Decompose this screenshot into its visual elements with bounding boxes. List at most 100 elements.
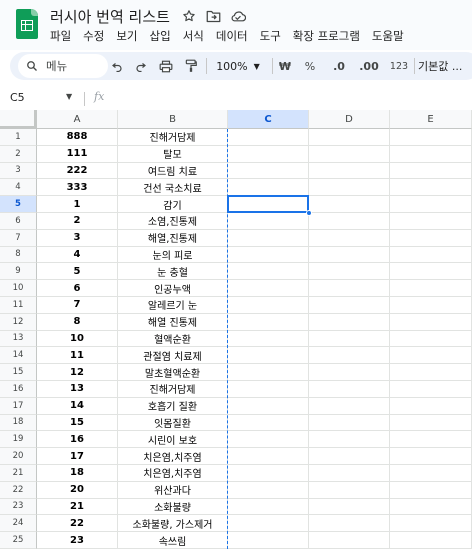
document-title[interactable]: 러시아 번역 리스트 (50, 6, 170, 27)
cell-e8[interactable] (390, 246, 472, 264)
cell-c10[interactable] (228, 280, 309, 297)
cell-b23[interactable]: 소화불량 (118, 498, 228, 516)
cell-c18[interactable] (228, 414, 309, 432)
redo-button[interactable] (132, 56, 150, 76)
cell-d20[interactable] (309, 448, 390, 465)
cell-b10[interactable]: 인공누액 (118, 280, 228, 297)
row-header[interactable]: 8 (0, 246, 37, 264)
cell-a6[interactable]: 2 (37, 213, 118, 230)
column-header-a[interactable]: A (37, 110, 118, 129)
cell-c4[interactable] (228, 179, 309, 197)
row-header[interactable]: 9 (0, 263, 37, 281)
cell-a25[interactable]: 23 (37, 532, 118, 549)
row-header[interactable]: 1 (0, 129, 37, 146)
cell-d25[interactable] (309, 532, 390, 549)
row-header[interactable]: 3 (0, 162, 37, 180)
cell-b8[interactable]: 눈의 피로 (118, 246, 228, 264)
cell-b20[interactable]: 치은염,치주염 (118, 448, 228, 465)
cell-b16[interactable]: 진해거담제 (118, 381, 228, 398)
row-header[interactable]: 17 (0, 397, 37, 415)
row-header[interactable]: 22 (0, 481, 37, 499)
menu-search-input[interactable] (46, 59, 106, 73)
cell-a10[interactable]: 6 (37, 280, 118, 297)
percent-format-button[interactable]: % (302, 56, 318, 76)
cell-b9[interactable]: 눈 충혈 (118, 263, 228, 281)
cell-e22[interactable] (390, 481, 472, 499)
cell-d17[interactable] (309, 397, 390, 415)
cell-e20[interactable] (390, 448, 472, 465)
cell-c20[interactable] (228, 448, 309, 465)
cell-c19[interactable] (228, 431, 309, 449)
cell-b14[interactable]: 관절염 치료제 (118, 347, 228, 365)
cell-e13[interactable] (390, 330, 472, 348)
cell-a4[interactable]: 333 (37, 179, 118, 197)
cell-d5[interactable] (309, 196, 390, 213)
cell-a24[interactable]: 22 (37, 515, 118, 533)
row-header[interactable]: 2 (0, 145, 37, 163)
cell-a13[interactable]: 10 (37, 330, 118, 348)
cell-a23[interactable]: 21 (37, 498, 118, 516)
cell-d2[interactable] (309, 145, 390, 163)
paint-format-button[interactable] (182, 56, 200, 76)
row-header[interactable]: 5 (0, 196, 37, 213)
cell-b25[interactable]: 속쓰림 (118, 532, 228, 549)
row-header[interactable]: 6 (0, 213, 37, 230)
cell-c8[interactable] (228, 246, 309, 264)
cell-a5[interactable]: 1 (37, 196, 118, 213)
row-header[interactable]: 13 (0, 330, 37, 348)
cell-b11[interactable]: 알레르기 눈 (118, 297, 228, 314)
cell-d6[interactable] (309, 213, 390, 230)
cell-e24[interactable] (390, 515, 472, 533)
row-header[interactable]: 16 (0, 381, 37, 398)
cell-e15[interactable] (390, 364, 472, 381)
column-header-e[interactable]: E (390, 110, 472, 129)
cell-c25[interactable] (228, 532, 309, 549)
cell-c11[interactable] (228, 297, 309, 314)
column-header-d[interactable]: D (309, 110, 390, 129)
cell-e17[interactable] (390, 397, 472, 415)
row-header[interactable]: 25 (0, 532, 37, 549)
menu-insert[interactable]: 삽입 (144, 28, 177, 46)
fill-handle[interactable] (306, 210, 312, 216)
cell-a18[interactable]: 15 (37, 414, 118, 432)
cell-b21[interactable]: 치은염,치주염 (118, 465, 228, 482)
cell-c13[interactable] (228, 330, 309, 348)
row-header[interactable]: 20 (0, 448, 37, 465)
decrease-decimal-button[interactable]: .0 (328, 56, 350, 76)
number-format-button[interactable]: 123 (388, 56, 410, 76)
cell-c15[interactable] (228, 364, 309, 381)
cell-e12[interactable] (390, 313, 472, 331)
row-header[interactable]: 21 (0, 465, 37, 482)
cell-d15[interactable] (309, 364, 390, 381)
menu-format[interactable]: 서식 (177, 28, 210, 46)
row-header[interactable]: 4 (0, 179, 37, 197)
zoom-select[interactable]: 100% ▼ (212, 56, 264, 76)
cell-e5[interactable] (390, 196, 472, 213)
cell-e11[interactable] (390, 297, 472, 314)
cell-e23[interactable] (390, 498, 472, 516)
cell-c12[interactable] (228, 313, 309, 331)
cell-c22[interactable] (228, 481, 309, 499)
cell-e1[interactable] (390, 129, 472, 146)
cell-b3[interactable]: 여드림 치료 (118, 162, 228, 180)
cell-e2[interactable] (390, 145, 472, 163)
cell-d19[interactable] (309, 431, 390, 449)
cell-b1[interactable]: 진해거담제 (118, 129, 228, 146)
cell-a1[interactable]: 888 (37, 129, 118, 146)
cell-c6[interactable] (228, 213, 309, 230)
cell-e19[interactable] (390, 431, 472, 449)
cell-c14[interactable] (228, 347, 309, 365)
cell-b18[interactable]: 잇몸질환 (118, 414, 228, 432)
increase-decimal-button[interactable]: .00 (356, 56, 382, 76)
row-header[interactable]: 15 (0, 364, 37, 381)
cell-d8[interactable] (309, 246, 390, 264)
cell-e10[interactable] (390, 280, 472, 297)
cell-c17[interactable] (228, 397, 309, 415)
cell-a3[interactable]: 222 (37, 162, 118, 180)
cell-b17[interactable]: 호흡기 질환 (118, 397, 228, 415)
cell-c23[interactable] (228, 498, 309, 516)
menu-file[interactable]: 파일 (44, 28, 77, 46)
cell-e7[interactable] (390, 229, 472, 247)
cell-a8[interactable]: 4 (37, 246, 118, 264)
select-all-corner[interactable] (0, 110, 37, 129)
